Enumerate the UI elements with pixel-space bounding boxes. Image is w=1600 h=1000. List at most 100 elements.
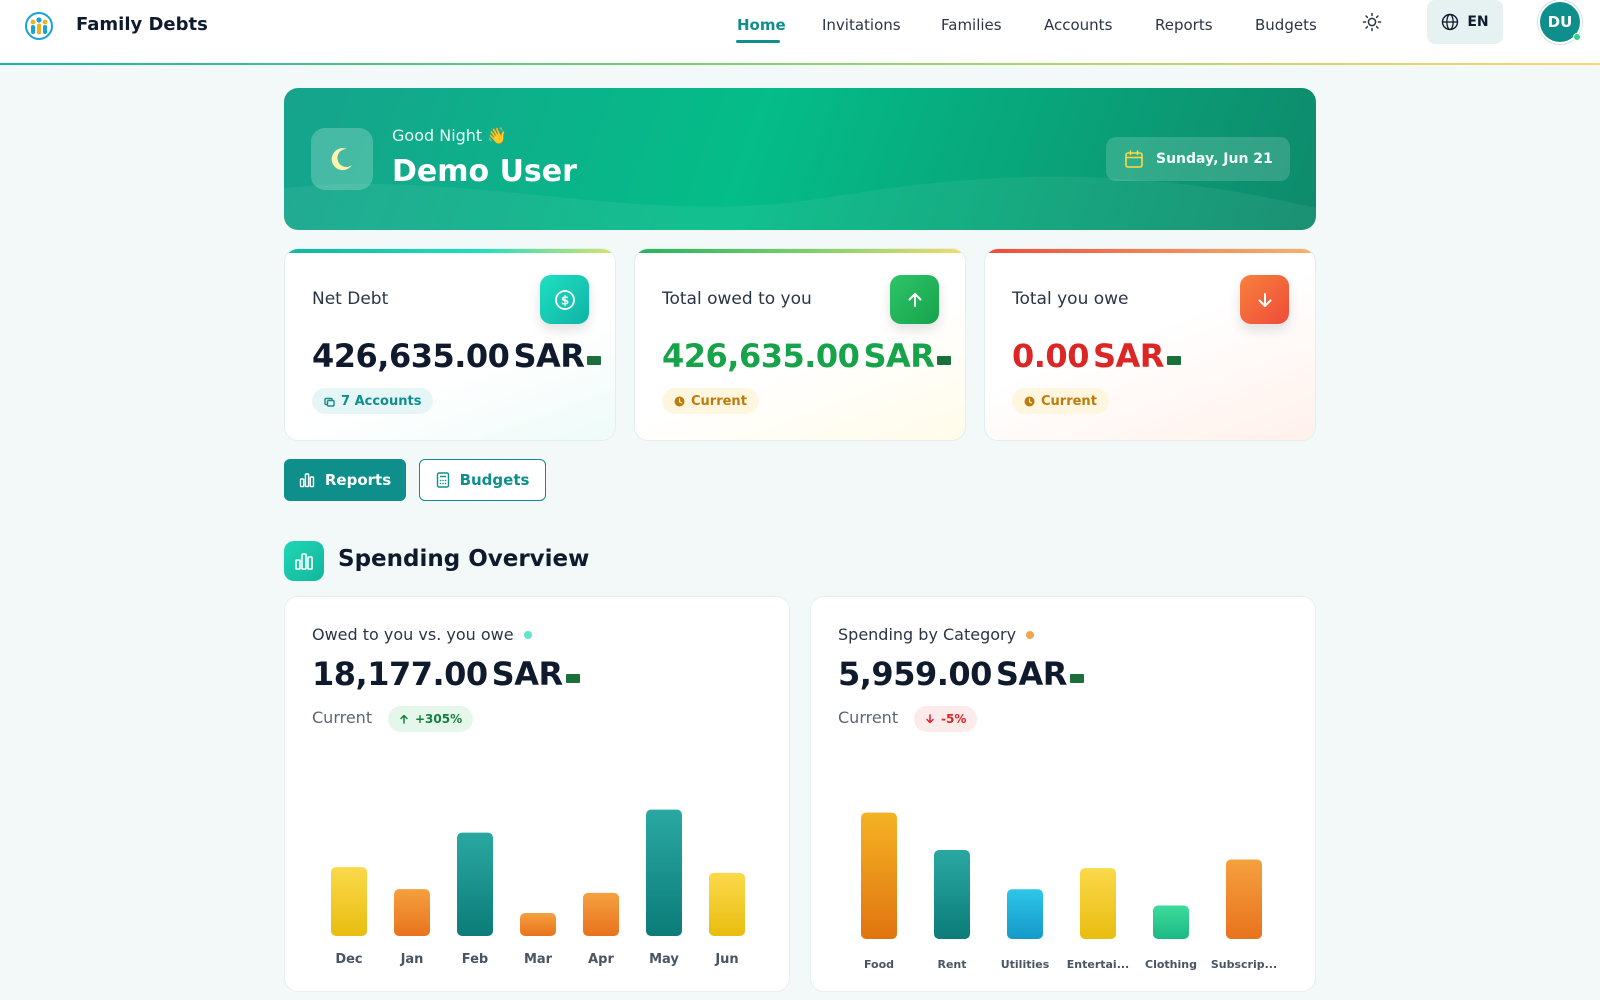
period-chip: Current: [1012, 388, 1109, 414]
currency-label: SAR: [513, 337, 585, 375]
family-logo-icon[interactable]: [24, 11, 54, 41]
chart-bar[interactable]: [331, 867, 367, 936]
chart-bar[interactable]: [394, 889, 430, 936]
you-owe-amount: 0.00 SAR: [1012, 337, 1181, 375]
status-dot: [523, 630, 532, 639]
chart-bar[interactable]: [457, 832, 493, 936]
you-owe-number: 0.00: [1012, 337, 1089, 375]
net-debt-card[interactable]: Net Debt $ 426,635.00 SAR 7 Accounts: [284, 248, 616, 441]
accounts-count-text: 7 Accounts: [341, 393, 422, 409]
chart-title-text: Spending by Category: [838, 625, 1017, 644]
x-tick-label: Utilities: [1001, 958, 1050, 971]
accounts-icon: [324, 397, 335, 407]
change-badge: -5%: [914, 706, 978, 732]
x-tick-label: Dec: [335, 952, 362, 967]
currency-label: SAR: [491, 655, 563, 693]
chart-bar[interactable]: [520, 913, 556, 936]
active-nav-indicator: [736, 40, 780, 43]
chart-total-number: 5,959.00: [838, 655, 992, 693]
nav-budgets[interactable]: Budgets: [1255, 16, 1317, 34]
owed-vs-owe-chart-card: Owed to you vs. you owe 18,177.00 SAR Cu…: [284, 596, 790, 992]
x-tick-label: Clothing: [1145, 958, 1197, 971]
x-tick-label: Food: [864, 958, 894, 971]
saudi-flag-icon: [1069, 674, 1084, 683]
period-text: Current: [1041, 393, 1097, 409]
language-label: EN: [1467, 14, 1489, 30]
chart-bar[interactable]: [1080, 868, 1116, 939]
calculator-icon: [436, 472, 449, 488]
online-status-dot: [1573, 33, 1581, 41]
nav-reports[interactable]: Reports: [1155, 16, 1213, 34]
period-chip: Current: [662, 388, 759, 414]
avatar-initials: DU: [1547, 13, 1573, 31]
chart-title: Spending by Category: [838, 625, 1035, 644]
net-debt-amount: 426,635.00 SAR: [312, 337, 602, 375]
clock-icon: [674, 396, 685, 406]
sun-icon: [1362, 12, 1382, 32]
spending-by-category-card: Spending by Category 5,959.00 SAR Curren…: [810, 596, 1316, 992]
language-switcher[interactable]: EN: [1427, 0, 1503, 44]
user-name: Demo User: [392, 154, 577, 189]
chart-period-label: Current: [838, 708, 899, 727]
x-tick-label: Entertai...: [1067, 958, 1129, 971]
x-tick-label: Subscrip...: [1211, 958, 1277, 971]
owed-to-you-label: Total owed to you: [662, 289, 812, 309]
net-debt-label: Net Debt: [312, 289, 389, 309]
owed-to-you-card[interactable]: Total owed to you 426,635.00 SAR Current: [634, 248, 966, 441]
x-tick-label: May: [649, 952, 679, 967]
arrow-up-icon: [890, 275, 939, 324]
chart-period-label: Current: [312, 708, 373, 727]
arrow-down-icon: [1240, 275, 1289, 324]
app-title[interactable]: Family Debts: [76, 14, 208, 35]
saudi-flag-icon: [1166, 356, 1181, 365]
card-accent-bar: [635, 249, 965, 253]
currency-label: SAR: [1092, 337, 1164, 375]
period-text: Current: [691, 393, 747, 409]
chart-bar[interactable]: [934, 849, 970, 939]
x-tick-label: Feb: [462, 952, 488, 967]
svg-text:$: $: [560, 293, 568, 307]
x-tick-label: Apr: [588, 952, 614, 967]
chart-bar[interactable]: [1007, 889, 1043, 939]
nav-home[interactable]: Home: [737, 16, 786, 34]
chart-bar[interactable]: [1226, 859, 1262, 939]
reports-button-label: Reports: [324, 471, 392, 489]
nav-invitations[interactable]: Invitations: [822, 16, 901, 34]
clock-icon: [1024, 396, 1035, 406]
chart-total: 5,959.00 SAR: [838, 655, 1084, 693]
card-accent-bar: [985, 249, 1315, 253]
chart-bar[interactable]: [646, 809, 682, 936]
change-badge: +305%: [388, 706, 474, 732]
saudi-flag-icon: [937, 356, 952, 365]
theme-toggle-button[interactable]: [1358, 8, 1386, 36]
saudi-flag-icon: [565, 674, 580, 683]
chart-bar[interactable]: [583, 892, 619, 936]
you-owe-card[interactable]: Total you owe 0.00 SAR Current: [984, 248, 1316, 441]
greeting-text: Good Night 👋: [392, 126, 508, 145]
currency-label: SAR: [863, 337, 935, 375]
top-navbar: Family Debts Home Invitations Families A…: [0, 0, 1600, 64]
nav-families[interactable]: Families: [941, 16, 1002, 34]
reports-button[interactable]: Reports: [284, 459, 406, 501]
spending-overview-icon: [284, 541, 324, 581]
status-dot: [1026, 630, 1035, 639]
chart-bar[interactable]: [1153, 905, 1189, 940]
monthly-bar-chart: Dec Jan Feb Mar Apr May Jun: [331, 809, 745, 967]
chart-bar[interactable]: [861, 812, 897, 939]
nav-accounts[interactable]: Accounts: [1044, 16, 1112, 34]
x-tick-label: Jun: [714, 952, 738, 967]
chart-bar[interactable]: [709, 872, 745, 936]
saudi-flag-icon: [587, 356, 602, 365]
chart-title-text: Owed to you vs. you owe: [312, 625, 514, 644]
arrow-down-icon: [926, 714, 934, 724]
budgets-button[interactable]: Budgets: [419, 459, 546, 501]
card-accent-bar: [285, 249, 615, 253]
chart-title: Owed to you vs. you owe: [312, 625, 532, 644]
accounts-count-chip[interactable]: 7 Accounts: [312, 388, 434, 414]
x-tick-label: Mar: [524, 952, 553, 967]
dollar-icon: $: [540, 275, 589, 324]
calendar-icon: [1125, 150, 1143, 168]
user-avatar[interactable]: DU: [1538, 0, 1582, 44]
net-debt-number: 426,635.00: [312, 337, 510, 375]
x-tick-label: Jan: [400, 952, 424, 967]
